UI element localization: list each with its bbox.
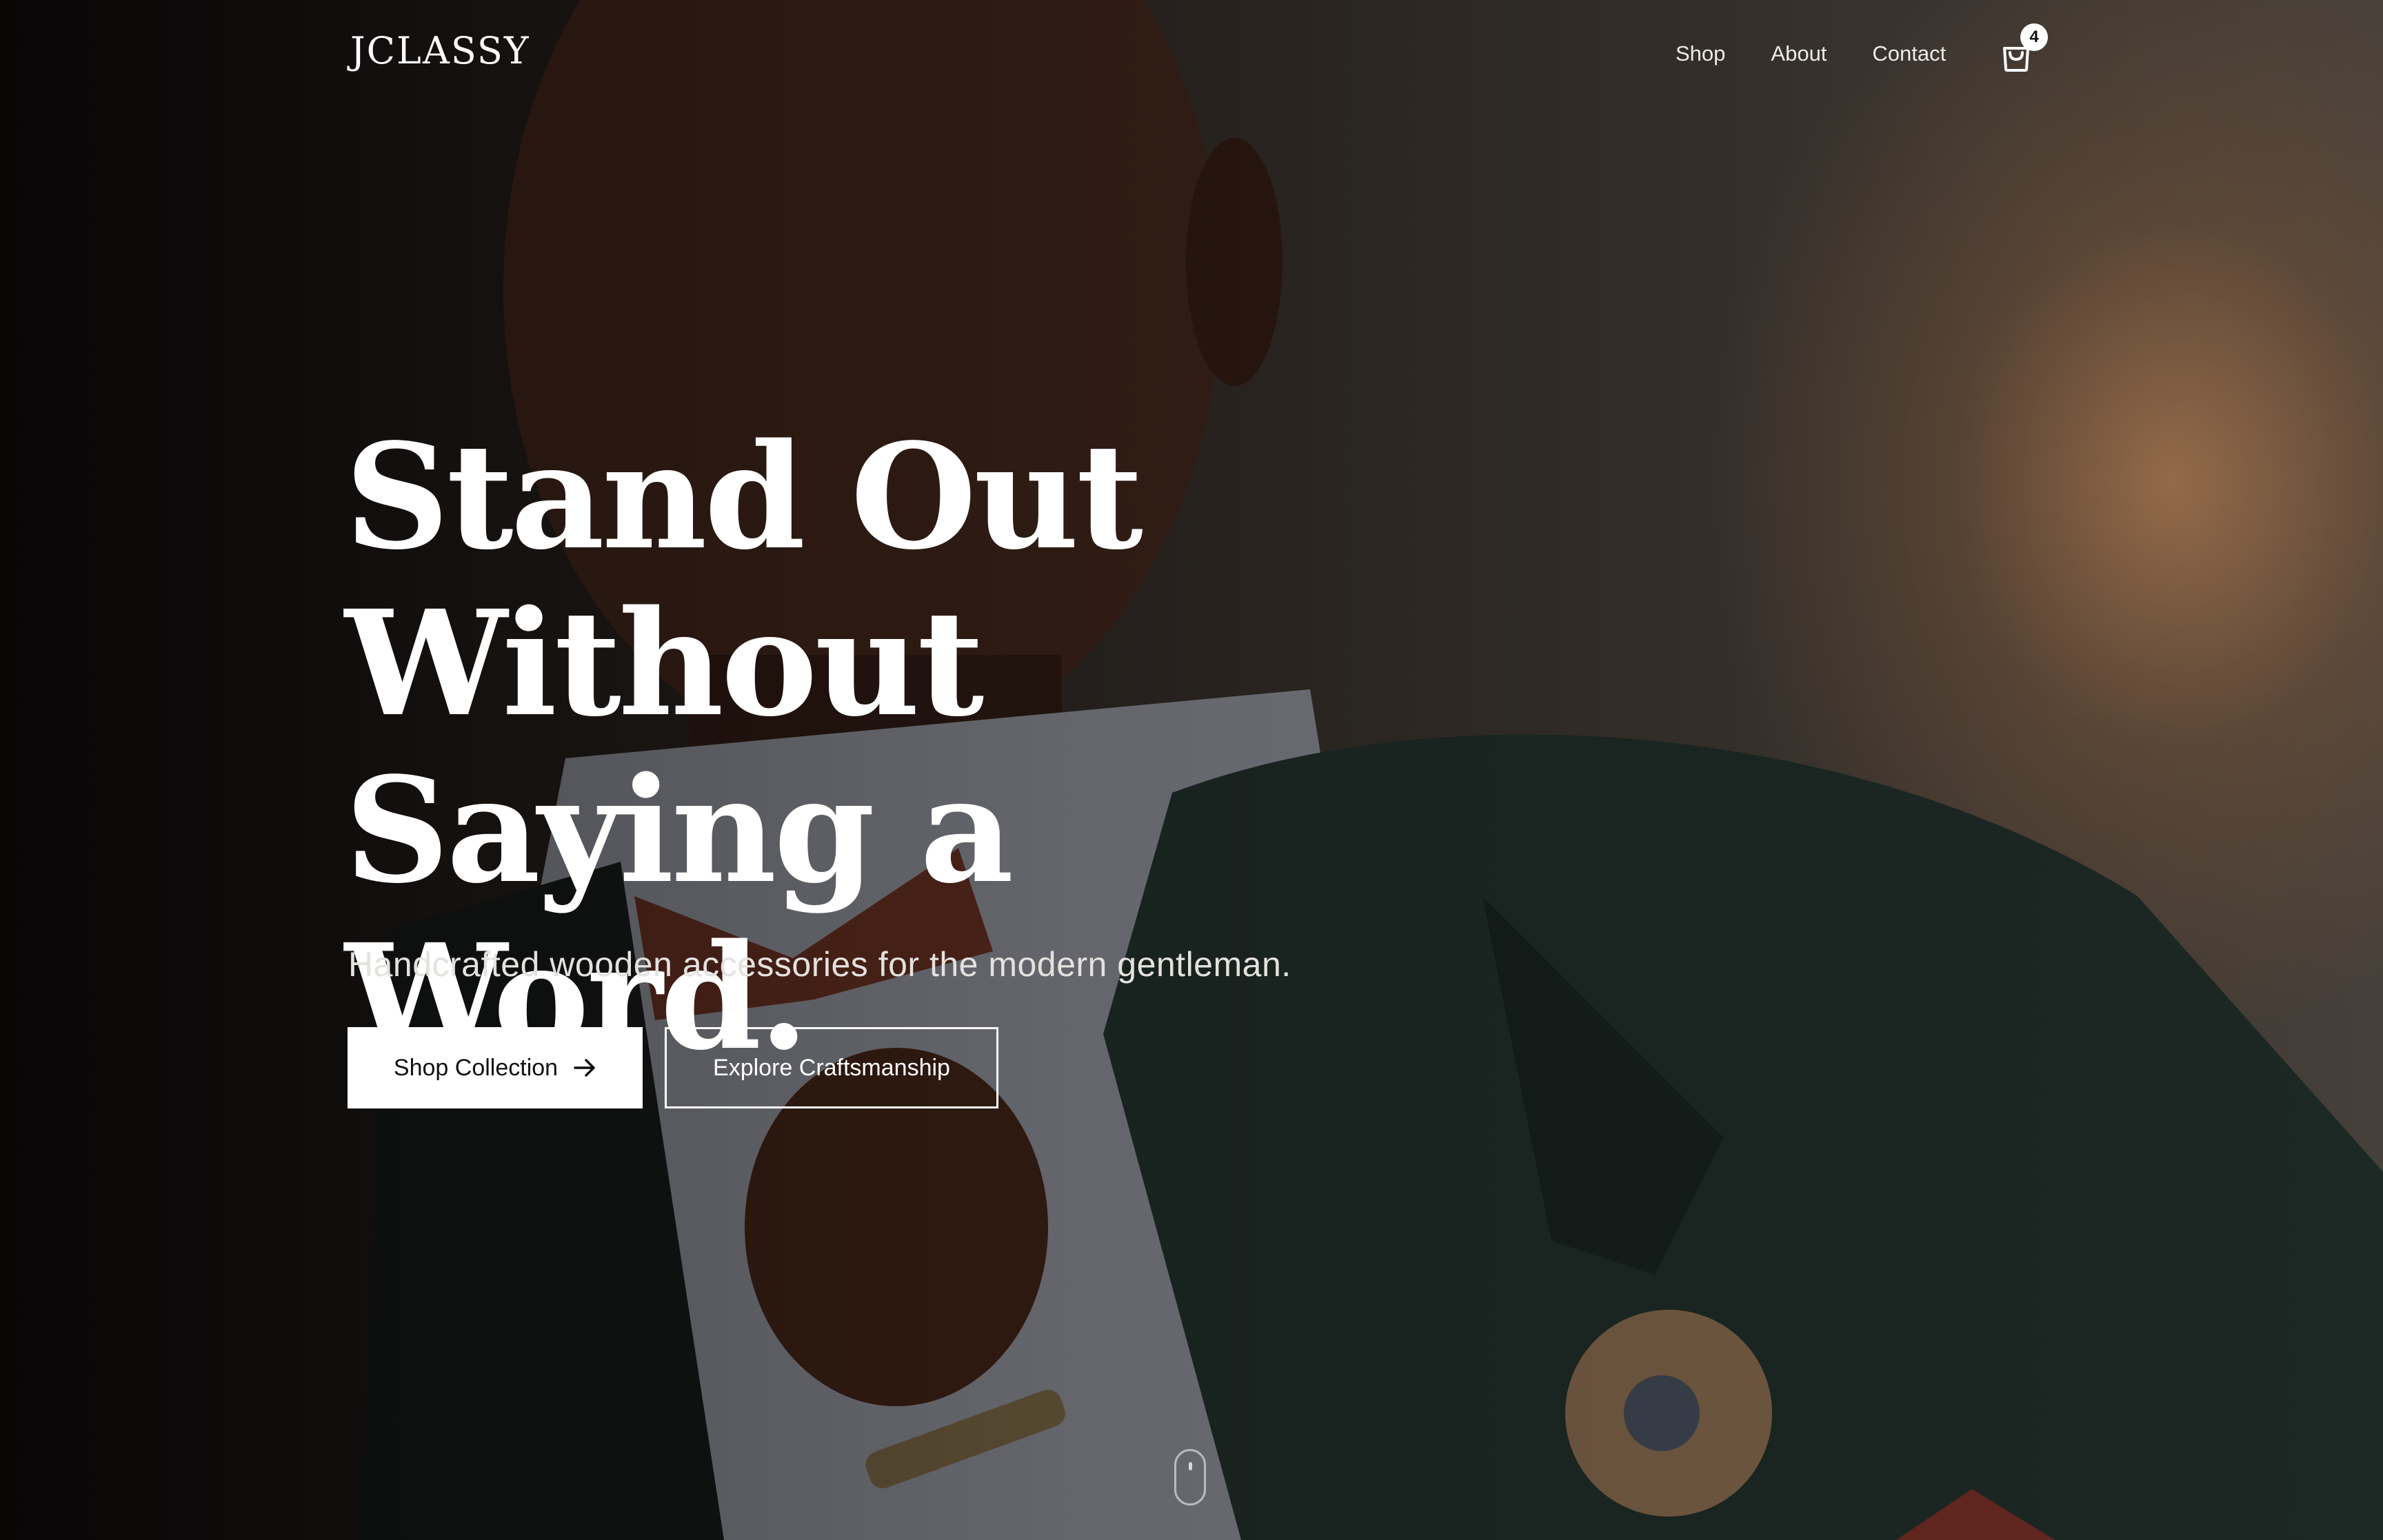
explore-craftsmanship-button[interactable]: Explore Craftsmanship [665,1027,998,1108]
shop-collection-label: Shop Collection [393,1054,559,1081]
nav-link-about[interactable]: About [1771,41,1827,66]
nav-link-contact[interactable]: Contact [1872,41,1946,66]
headline-line-2: Without Saying a [345,578,1014,915]
cart-count-badge: 4 [2020,23,2048,51]
nav-link-shop[interactable]: Shop [1676,41,1725,66]
explore-craftsmanship-label: Explore Craftsmanship [713,1054,950,1081]
scroll-dot [1189,1462,1192,1470]
nav-links: Shop About Contact [1676,41,1946,66]
mouse-scroll-icon[interactable] [1174,1449,1206,1506]
brand-logo[interactable]: JCLASSY [350,29,530,72]
top-nav: JCLASSY Shop About Contact 4 [0,0,2383,117]
hero-subtitle: Handcrafted wooden accessories for the m… [348,945,1291,984]
hero-section: JCLASSY Shop About Contact 4 Stand Out Wi… [0,0,2383,1540]
headline-line-1: Stand Out [345,412,1143,582]
shop-collection-button[interactable]: Shop Collection [348,1027,643,1108]
arrow-right-icon [574,1059,595,1077]
